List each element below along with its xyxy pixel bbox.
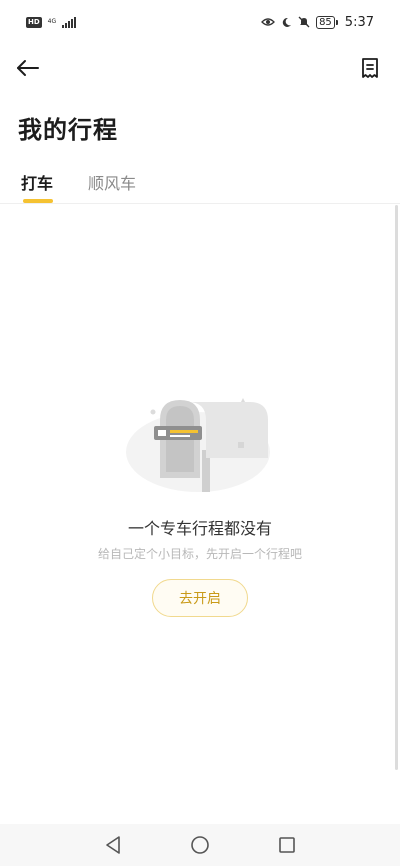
receipt-icon	[362, 58, 378, 78]
mailbox-icon	[126, 398, 270, 492]
nav-back-button[interactable]	[99, 831, 127, 859]
nav-recents-button[interactable]	[273, 831, 301, 859]
screen: HD 4G 85 5:37 我的行程 打车 顺风车 一个专车行程都没有 给自己定…	[0, 0, 400, 866]
trip-list-area: 一个专车行程都没有 给自己定个小目标，先开启一个行程吧 去开启	[0, 205, 400, 825]
nav-home-button[interactable]	[186, 831, 214, 859]
eye-icon	[261, 18, 275, 26]
header	[0, 48, 400, 88]
tab-carpool[interactable]: 顺风车	[88, 170, 136, 194]
tab-taxi[interactable]: 打车	[21, 170, 53, 194]
empty-subtitle: 给自己定个小目标，先开启一个行程吧	[97, 547, 302, 561]
back-button[interactable]	[12, 54, 44, 82]
system-nav-bar	[0, 824, 400, 866]
circle-home-icon	[191, 836, 209, 854]
mute-bell-icon	[298, 16, 310, 28]
scrollbar[interactable]	[395, 205, 398, 770]
start-trip-button[interactable]: 去开启	[152, 579, 248, 617]
status-left: HD 4G	[26, 16, 77, 28]
status-bar: HD 4G 85 5:37	[0, 0, 400, 44]
status-time: 5:37	[344, 14, 374, 30]
signal-icon	[62, 16, 77, 28]
moon-icon	[282, 17, 292, 27]
triangle-back-icon	[106, 836, 121, 854]
tab-indicator	[23, 199, 53, 203]
hd-badge: HD	[26, 16, 42, 28]
receipt-button[interactable]	[356, 54, 384, 82]
status-right: 85 5:37	[261, 15, 374, 30]
tab-bar: 打车 顺风车	[0, 164, 400, 204]
battery-icon: 85	[316, 15, 338, 29]
empty-title: 一个专车行程都没有	[127, 519, 272, 538]
arrow-left-icon	[17, 60, 39, 76]
page-title: 我的行程	[18, 116, 118, 144]
network-type: 4G	[47, 18, 57, 25]
square-recents-icon	[278, 837, 295, 853]
